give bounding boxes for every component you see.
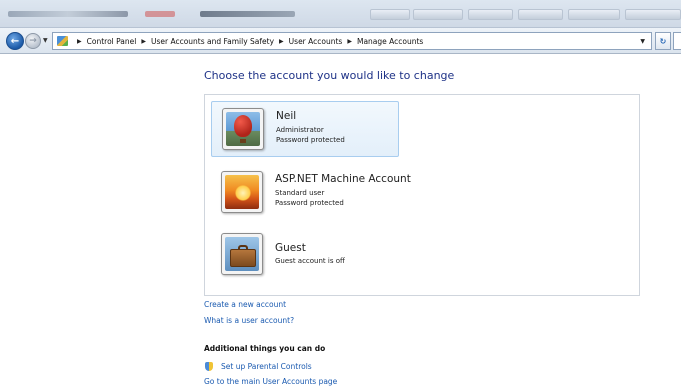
briefcase-icon <box>225 237 259 271</box>
forward-arrow-icon[interactable]: → <box>25 33 41 49</box>
window-title-bar <box>0 0 681 28</box>
account-tile-guest[interactable]: Guest Guest account is off <box>211 228 399 284</box>
account-picture <box>222 108 264 150</box>
create-account-link[interactable]: Create a new account <box>204 300 286 309</box>
account-tile-aspnet[interactable]: ASP.NET Machine Account Standard user Pa… <box>211 165 471 221</box>
account-tile-neil[interactable]: Neil Administrator Password protected <box>211 101 399 157</box>
breadcrumb-control-panel[interactable]: Control Panel <box>87 37 137 46</box>
address-dropdown-icon[interactable]: ▼ <box>640 38 645 45</box>
back-arrow-icon[interactable]: ← <box>6 32 24 50</box>
account-name: Neil <box>276 110 297 122</box>
account-status: Password protected <box>275 199 344 207</box>
parental-controls-link[interactable]: Set up Parental Controls <box>221 362 312 371</box>
account-picture <box>221 171 263 213</box>
account-status: Password protected <box>276 136 345 144</box>
address-bar-row: ← → ▼ ▶ Control Panel ▶ User Accounts an… <box>0 28 681 54</box>
account-type: Standard user <box>275 189 325 197</box>
sunset-icon <box>225 175 259 209</box>
toolbar-button[interactable] <box>568 9 620 20</box>
search-box[interactable] <box>673 32 681 50</box>
breadcrumb-separator[interactable]: ▶ <box>347 38 352 45</box>
account-name: Guest <box>275 242 306 254</box>
additional-things-heading: Additional things you can do <box>204 344 326 353</box>
main-user-accounts-link[interactable]: Go to the main User Accounts page <box>204 377 337 386</box>
refresh-icon[interactable]: ↻ <box>655 32 671 50</box>
address-field[interactable]: ▶ Control Panel ▶ User Accounts and Fami… <box>52 32 652 50</box>
account-picture <box>221 233 263 275</box>
account-status: Guest account is off <box>275 257 345 265</box>
recent-pages-dropdown[interactable]: ▼ <box>43 37 48 44</box>
what-is-user-account-link[interactable]: What is a user account? <box>204 316 294 325</box>
breadcrumb-separator[interactable]: ▶ <box>77 38 82 45</box>
page-title: Choose the account you would like to cha… <box>204 69 455 82</box>
accounts-panel: Neil Administrator Password protected AS… <box>204 94 640 296</box>
toolbar-button[interactable] <box>518 9 563 20</box>
breadcrumb-user-accounts-family-safety[interactable]: User Accounts and Family Safety <box>151 37 274 46</box>
hot-air-balloon-icon <box>226 112 260 146</box>
breadcrumb-separator[interactable]: ▶ <box>279 38 284 45</box>
control-panel-icon <box>57 36 68 46</box>
blurred-title-text <box>8 11 128 17</box>
breadcrumb-manage-accounts[interactable]: Manage Accounts <box>357 37 423 46</box>
toolbar-button[interactable] <box>370 9 410 20</box>
breadcrumb-user-accounts[interactable]: User Accounts <box>289 37 343 46</box>
blurred-title-text <box>200 11 295 17</box>
toolbar-button[interactable] <box>625 9 681 20</box>
shield-icon <box>205 362 213 371</box>
toolbar-button[interactable] <box>413 9 463 20</box>
breadcrumb-separator[interactable]: ▶ <box>141 38 146 45</box>
account-name: ASP.NET Machine Account <box>275 173 411 185</box>
toolbar-button[interactable] <box>468 9 513 20</box>
blurred-title-text <box>145 11 175 17</box>
account-type: Administrator <box>276 126 324 134</box>
